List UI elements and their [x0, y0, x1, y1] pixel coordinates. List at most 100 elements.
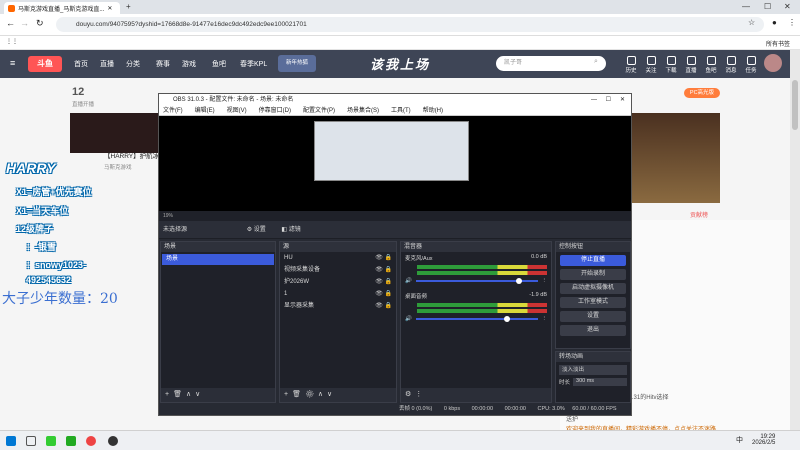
transition-select[interactable]: 淡入淡出 [559, 365, 627, 375]
forward-icon[interactable]: → [20, 18, 29, 28]
header-tasks[interactable]: 任务 [740, 56, 762, 74]
menu-file[interactable]: 文件(F) [163, 108, 183, 114]
eye-lock-icon[interactable]: 👁 🔒 [375, 276, 392, 288]
menu-profile[interactable]: 配置文件(P) [303, 108, 335, 114]
menu-icon[interactable]: ⋮ [415, 391, 426, 398]
source-item[interactable]: 显示器采集 👁 🔒 [280, 300, 396, 312]
studio-mode-button[interactable]: 工作室模式 [560, 297, 626, 308]
virtual-camera-button[interactable]: 启动虚拟摄像机 [560, 283, 626, 294]
header-messages[interactable]: 消息 [720, 56, 742, 74]
duration-input[interactable]: 300 ms [573, 378, 627, 386]
menu-icon[interactable]: ⋮ [788, 18, 796, 27]
close-window-icon[interactable]: ✕ [784, 2, 791, 11]
header-follow[interactable]: 关注 [640, 56, 662, 74]
menu-view[interactable]: 视图(V) [227, 108, 247, 114]
obs-minimize-icon[interactable]: — [591, 94, 597, 106]
menu-scene-collection[interactable]: 场景集合(S) [347, 108, 379, 114]
source-item[interactable]: 1 👁 🔒 [280, 288, 396, 300]
profile-icon[interactable]: ● [772, 18, 777, 27]
nav-yuba[interactable]: 鱼吧 [212, 59, 226, 69]
hamburger-icon[interactable]: ≡ [10, 58, 15, 68]
maximize-icon[interactable]: ☐ [764, 2, 771, 11]
start-recording-button[interactable]: 开始录制 [560, 269, 626, 280]
menu-help[interactable]: 帮助(H) [423, 108, 443, 114]
search-icon[interactable]: ⌕ [594, 58, 598, 66]
streamer-name[interactable]: 【HARRY】护航冰... [104, 150, 165, 160]
remove-icon[interactable]: 🗑 [173, 391, 186, 398]
url-field[interactable]: douyu.com/9407595?dyshid=17668d8e-91477e… [56, 17, 764, 32]
browser-tab[interactable]: 马斯克游戏直播_马斯克游戏直... ✕ [4, 2, 120, 14]
scene-item[interactable]: 场景 [162, 254, 274, 265]
header-yuba[interactable]: 鱼吧 [700, 56, 722, 74]
ime-indicator[interactable]: 中 [736, 435, 743, 445]
stream-thumbnail[interactable] [70, 113, 158, 153]
header-history[interactable]: 历史 [620, 56, 642, 74]
wechat-icon[interactable] [66, 436, 76, 446]
menu-edit[interactable]: 编辑(E) [195, 108, 215, 114]
add-icon[interactable]: + [165, 391, 173, 398]
header-download[interactable]: 下载 [660, 56, 682, 74]
obs-close-icon[interactable]: ✕ [620, 94, 625, 106]
exit-button[interactable]: 退出 [560, 325, 626, 336]
promo-badge[interactable]: 新年热狐 [278, 55, 316, 72]
channel-menu-icon[interactable]: ⋮ [542, 278, 548, 284]
eye-lock-icon[interactable]: 👁 🔒 [375, 288, 392, 300]
minimize-icon[interactable]: — [742, 2, 750, 11]
nav-category[interactable]: 分类 [126, 59, 140, 69]
close-tab-icon[interactable]: ✕ [107, 5, 112, 12]
volume-slider[interactable] [415, 316, 538, 322]
obs-icon[interactable] [108, 436, 118, 446]
slider-knob[interactable] [504, 316, 511, 322]
nav-events[interactable]: 赛事 [156, 59, 170, 69]
source-filter-button[interactable]: ◧ 滤镜 [281, 227, 300, 233]
clock[interactable]: 19:29 2026/2/5 [752, 434, 775, 446]
gear-icon[interactable]: ⚙ [305, 391, 318, 398]
volume-slider[interactable] [415, 278, 538, 284]
scrollbar-thumb[interactable] [792, 80, 798, 130]
start-icon[interactable] [6, 436, 16, 446]
remove-icon[interactable]: 🗑 [292, 391, 305, 398]
all-bookmarks[interactable]: 所有书签 [766, 39, 790, 48]
obs-maximize-icon[interactable]: ☐ [606, 94, 611, 106]
nav-games[interactable]: 游戏 [182, 59, 196, 69]
apps-icon[interactable]: ⋮⋮ [6, 38, 18, 45]
new-tab-icon[interactable]: + [126, 2, 131, 11]
nav-live[interactable]: 直播 [100, 59, 114, 69]
back-icon[interactable]: ← [6, 18, 15, 28]
source-settings-button[interactable]: ⚙ 设置 [247, 227, 266, 233]
up-icon[interactable]: ∧ [318, 391, 327, 398]
speaker-icon[interactable]: 🔊 [405, 316, 412, 322]
up-icon[interactable]: ∧ [186, 391, 195, 398]
menu-tools[interactable]: 工具(T) [391, 108, 411, 114]
speaker-icon[interactable]: 🔊 [405, 278, 412, 284]
user-avatar[interactable] [764, 54, 782, 72]
settings-button[interactable]: 设置 [560, 311, 626, 322]
pc-badge[interactable]: PC高光版 [684, 88, 720, 98]
menu-docks[interactable]: 停靠窗口(D) [259, 108, 291, 114]
header-live[interactable]: 直播 [680, 56, 702, 74]
slider-knob[interactable] [516, 278, 523, 284]
streamer-category[interactable]: 马斯克游戏 [104, 163, 132, 171]
down-icon[interactable]: ∨ [195, 391, 204, 398]
add-icon[interactable]: + [284, 391, 292, 398]
source-item[interactable]: 护2026W 👁 🔒 [280, 276, 396, 288]
star-icon[interactable]: ☆ [748, 18, 755, 27]
chrome-icon[interactable] [86, 436, 96, 446]
eye-lock-icon[interactable]: 👁 🔒 [375, 252, 392, 264]
source-item[interactable]: HU 👁 🔒 [280, 252, 396, 264]
obs-preview[interactable] [159, 116, 631, 211]
page-scrollbar[interactable] [790, 50, 800, 430]
nav-kpl[interactable]: 春季KPL [240, 59, 267, 69]
channel-menu-icon[interactable]: ⋮ [542, 316, 548, 322]
app-icon[interactable] [46, 436, 56, 446]
nav-home[interactable]: 首页 [74, 59, 88, 69]
eye-lock-icon[interactable]: 👁 🔒 [375, 264, 392, 276]
douyu-logo[interactable]: 斗鱼 [28, 56, 62, 72]
source-item[interactable]: 视频采集设备 👁 🔒 [280, 264, 396, 276]
down-icon[interactable]: ∨ [327, 391, 336, 398]
search-taskbar-icon[interactable] [26, 436, 36, 446]
eye-lock-icon[interactable]: 👁 🔒 [375, 300, 392, 312]
reload-icon[interactable]: ↻ [36, 18, 44, 29]
gear-icon[interactable]: ⚙ [405, 391, 415, 398]
search-input[interactable]: 凯子哥 [496, 56, 606, 71]
